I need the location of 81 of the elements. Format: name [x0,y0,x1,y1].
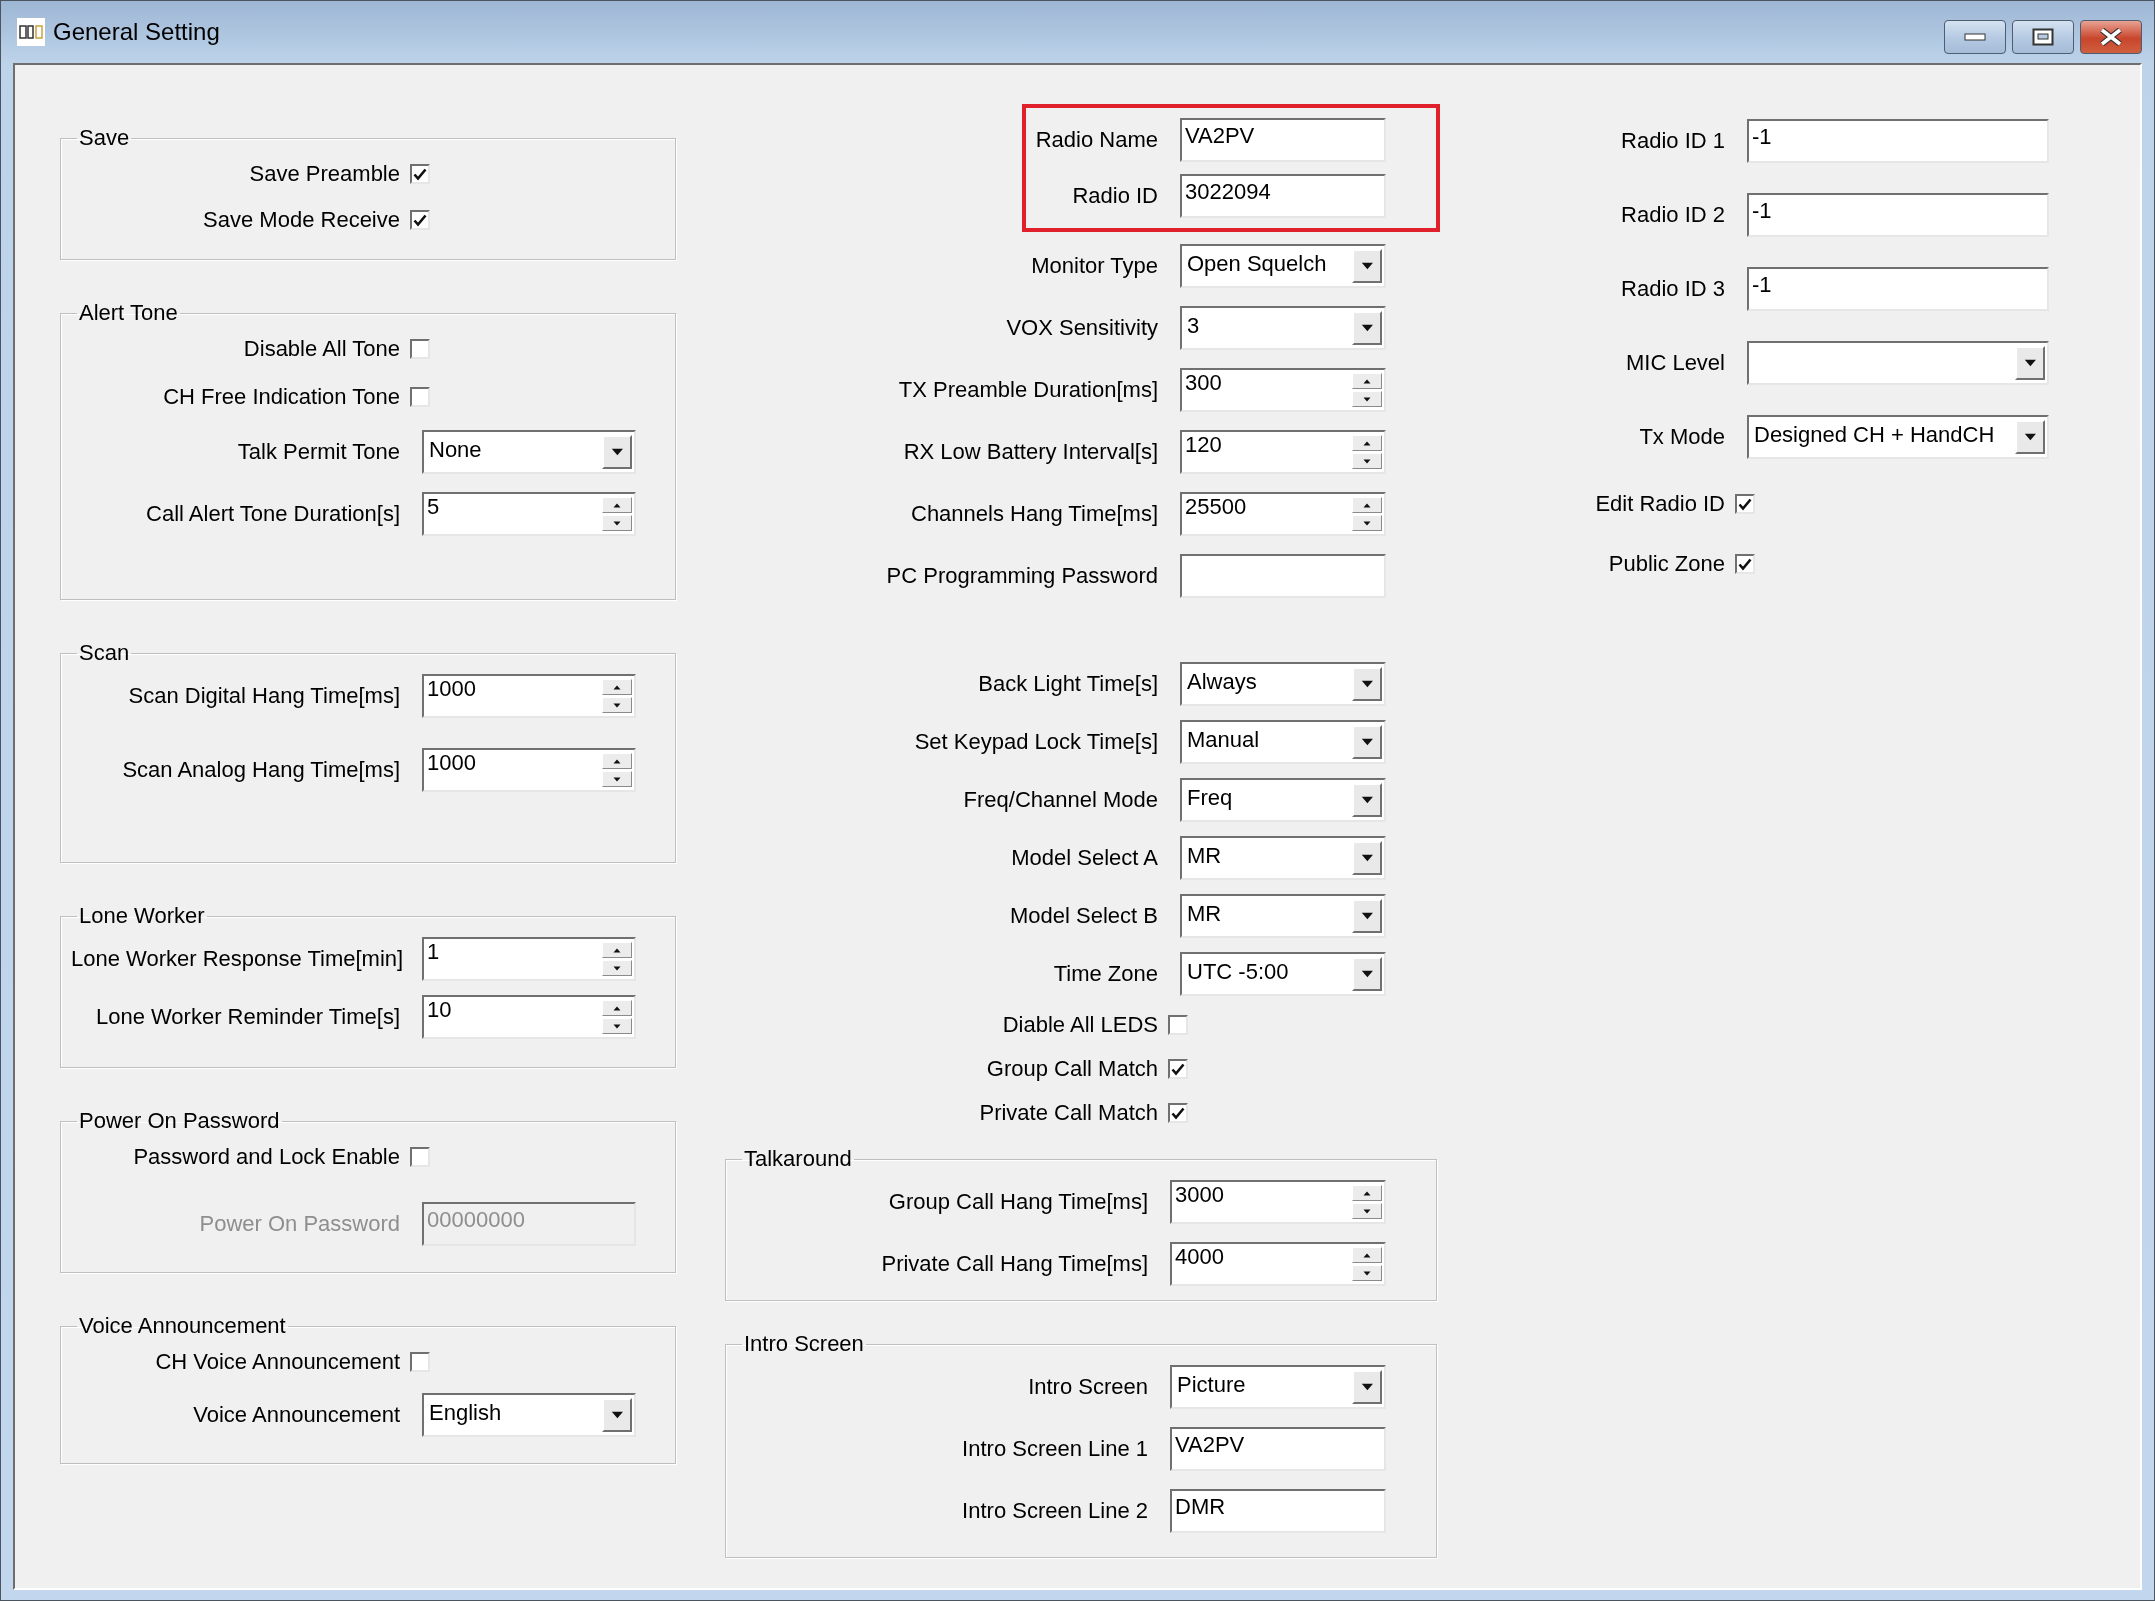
dropdown-field[interactable]: MR [1180,836,1386,880]
field-label: Disable All Tone [242,336,400,362]
field-label: Password and Lock Enable [132,1144,400,1170]
field-label: Talk Permit Tone [236,439,400,465]
field-label: CH Free Indication Tone [162,384,400,410]
text-field[interactable]: 3022094 [1180,174,1386,218]
spin-field[interactable]: 1000 [422,674,636,718]
field-label: Private Call Hang Time[ms] [880,1251,1148,1277]
group-title: Save [78,125,131,151]
field-label: CH Voice Announcement [154,1349,400,1375]
spin-field[interactable]: 5 [422,492,636,536]
field-label: RX Low Battery Interval[s] [902,439,1158,465]
group-title: Voice Announcement [78,1313,287,1339]
field-label: Scan Digital Hang Time[ms] [127,683,400,709]
field-label: Channels Hang Time[ms] [910,501,1158,527]
group-title: Talkaround [743,1146,853,1172]
group-title: Alert Tone [78,300,179,326]
dropdown-field[interactable]: Open Squelch [1180,244,1386,288]
field-label: Freq/Channel Mode [962,787,1158,813]
field-label: Model Select B [1009,903,1158,929]
dropdown-field[interactable]: MR [1180,894,1386,938]
dropdown-field[interactable]: Freq [1180,778,1386,822]
group-title: Scan [78,640,131,666]
dropdown-field[interactable]: Manual [1180,720,1386,764]
field-label: Diable All LEDS [1001,1012,1158,1038]
field-label: Save Mode Receive [202,207,400,233]
field-label: Private Call Match [978,1100,1158,1126]
dropdown-field[interactable]: UTC -5:00 [1180,952,1386,996]
window-title: General Setting [53,18,220,46]
dropdown-field[interactable]: Always [1180,662,1386,706]
spin-field[interactable]: 120 [1180,430,1386,474]
dropdown-field[interactable]: None [422,430,636,474]
field-label: Radio ID [1071,183,1158,209]
field-label: Power On Password [198,1211,400,1237]
field-label: MIC Level [1624,350,1725,376]
field-label: Public Zone [1607,551,1725,577]
field-label: TX Preamble Duration[ms] [897,377,1158,403]
dropdown-field[interactable]: Picture [1170,1365,1386,1409]
field-label: Radio ID 1 [1620,128,1725,154]
field-label: Call Alert Tone Duration[s] [145,501,400,527]
group-title: Power On Password [78,1108,281,1134]
text-field[interactable]: -1 [1747,119,2049,163]
text-field[interactable]: VA2PV [1170,1427,1386,1471]
field-label: Scan Analog Hang Time[ms] [121,757,400,783]
text-field[interactable]: -1 [1747,267,2049,311]
dropdown-field[interactable]: English [422,1393,636,1437]
field-label: Radio ID 3 [1620,276,1725,302]
field-label: Group Call Match [985,1056,1158,1082]
spin-field[interactable]: 25500 [1180,492,1386,536]
group-title: Intro Screen [743,1331,865,1357]
dropdown-field[interactable]: Designed CH + HandCH [1747,415,2049,459]
field-label: Tx Mode [1638,424,1725,450]
field-label: Group Call Hang Time[ms] [887,1189,1148,1215]
field-label: Radio ID 2 [1620,202,1725,228]
field-label: Lone Worker Reminder Time[s] [94,1004,400,1030]
spin-field[interactable]: 1 [422,937,636,981]
field-label: Intro Screen Line 2 [961,1498,1148,1524]
field-label: Lone Worker Response Time[min] [71,946,400,972]
field-label: Voice Announcement [192,1402,400,1428]
spin-field[interactable]: 3000 [1170,1180,1386,1224]
field-label: Intro Screen Line 1 [961,1436,1148,1462]
field-label: Edit Radio ID [1595,491,1725,517]
group-title: Lone Worker [78,903,206,929]
field-label: Intro Screen [1027,1374,1148,1400]
spin-field[interactable]: 300 [1180,368,1386,412]
field-label: Radio Name [1034,127,1158,153]
spin-field[interactable]: 10 [422,995,636,1039]
field-label: VOX Sensitivity [1005,315,1158,341]
field-label: Time Zone [1052,961,1158,987]
spin-field[interactable]: 4000 [1170,1242,1386,1286]
field-label: Monitor Type [1030,253,1158,279]
text-field[interactable]: DMR [1170,1489,1386,1533]
field-label: Model Select A [1010,845,1158,871]
field-label: Set Keypad Lock Time[s] [913,729,1158,755]
text-field[interactable]: -1 [1747,193,2049,237]
field-label: Save Preamble [248,161,400,187]
dropdown-field[interactable]: 3 [1180,306,1386,350]
spin-field[interactable]: 1000 [422,748,636,792]
text-field[interactable]: VA2PV [1180,118,1386,162]
field-label: Back Light Time[s] [977,671,1158,697]
field-label: PC Programming Password [885,563,1158,589]
